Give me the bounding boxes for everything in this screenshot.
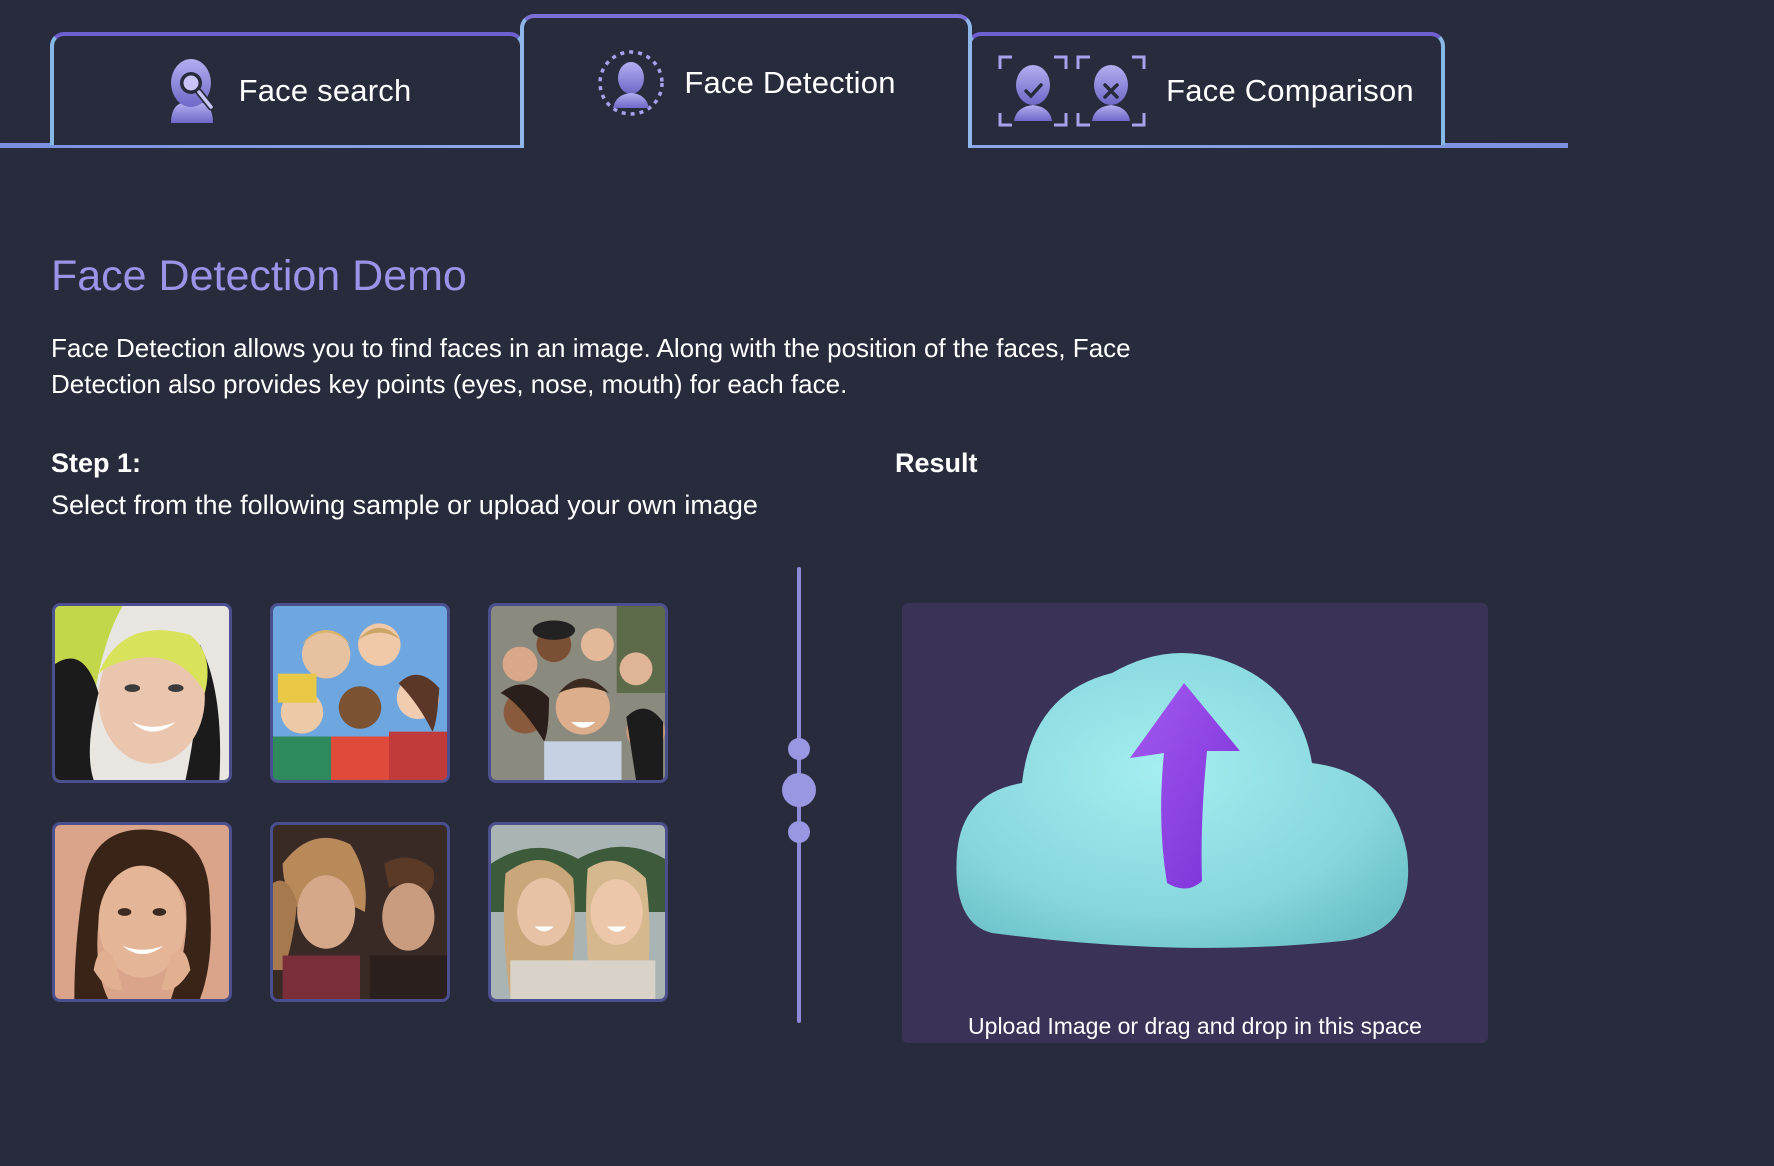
tab-face-comparison[interactable]: Face Comparison xyxy=(967,32,1445,145)
divider-drag-handle[interactable] xyxy=(782,773,816,807)
tab-face-detection[interactable]: Face Detection xyxy=(520,14,972,148)
face-detection-icon xyxy=(596,48,666,118)
sample-image-6[interactable] xyxy=(488,822,668,1002)
sample-image-4[interactable] xyxy=(52,822,232,1002)
result-heading: Result xyxy=(895,448,978,478)
tab-face-comparison-label: Face Comparison xyxy=(1166,72,1414,108)
face-search-icon xyxy=(163,57,221,125)
sample-image-2[interactable] xyxy=(270,603,450,783)
sample-image-3[interactable] xyxy=(488,603,668,783)
step-instruction: Select from the following sample or uplo… xyxy=(51,490,758,520)
tab-face-search[interactable]: Face search xyxy=(50,32,524,145)
step-heading: Step 1: xyxy=(51,448,142,478)
tab-face-search-label: Face search xyxy=(238,72,412,108)
cloud-upload-icon xyxy=(956,653,1409,948)
upload-dropzone[interactable]: Upload Image or drag and drop in this sp… xyxy=(902,603,1488,1043)
tab-bar: Face search Face Detection Face Comparis… xyxy=(0,0,1568,160)
divider-handle-bottom-dot xyxy=(788,821,810,843)
upload-instruction-text: Upload Image or drag and drop in this sp… xyxy=(968,1013,1422,1039)
page-description: Face Detection allows you to find faces … xyxy=(51,333,1131,399)
divider-handle-top-dot xyxy=(788,738,810,760)
sample-image-5[interactable] xyxy=(270,822,450,1002)
tab-face-detection-label: Face Detection xyxy=(684,65,896,100)
sample-image-1[interactable] xyxy=(52,603,232,783)
face-comparison-icon xyxy=(998,55,1148,127)
page-title: Face Detection Demo xyxy=(51,252,467,300)
